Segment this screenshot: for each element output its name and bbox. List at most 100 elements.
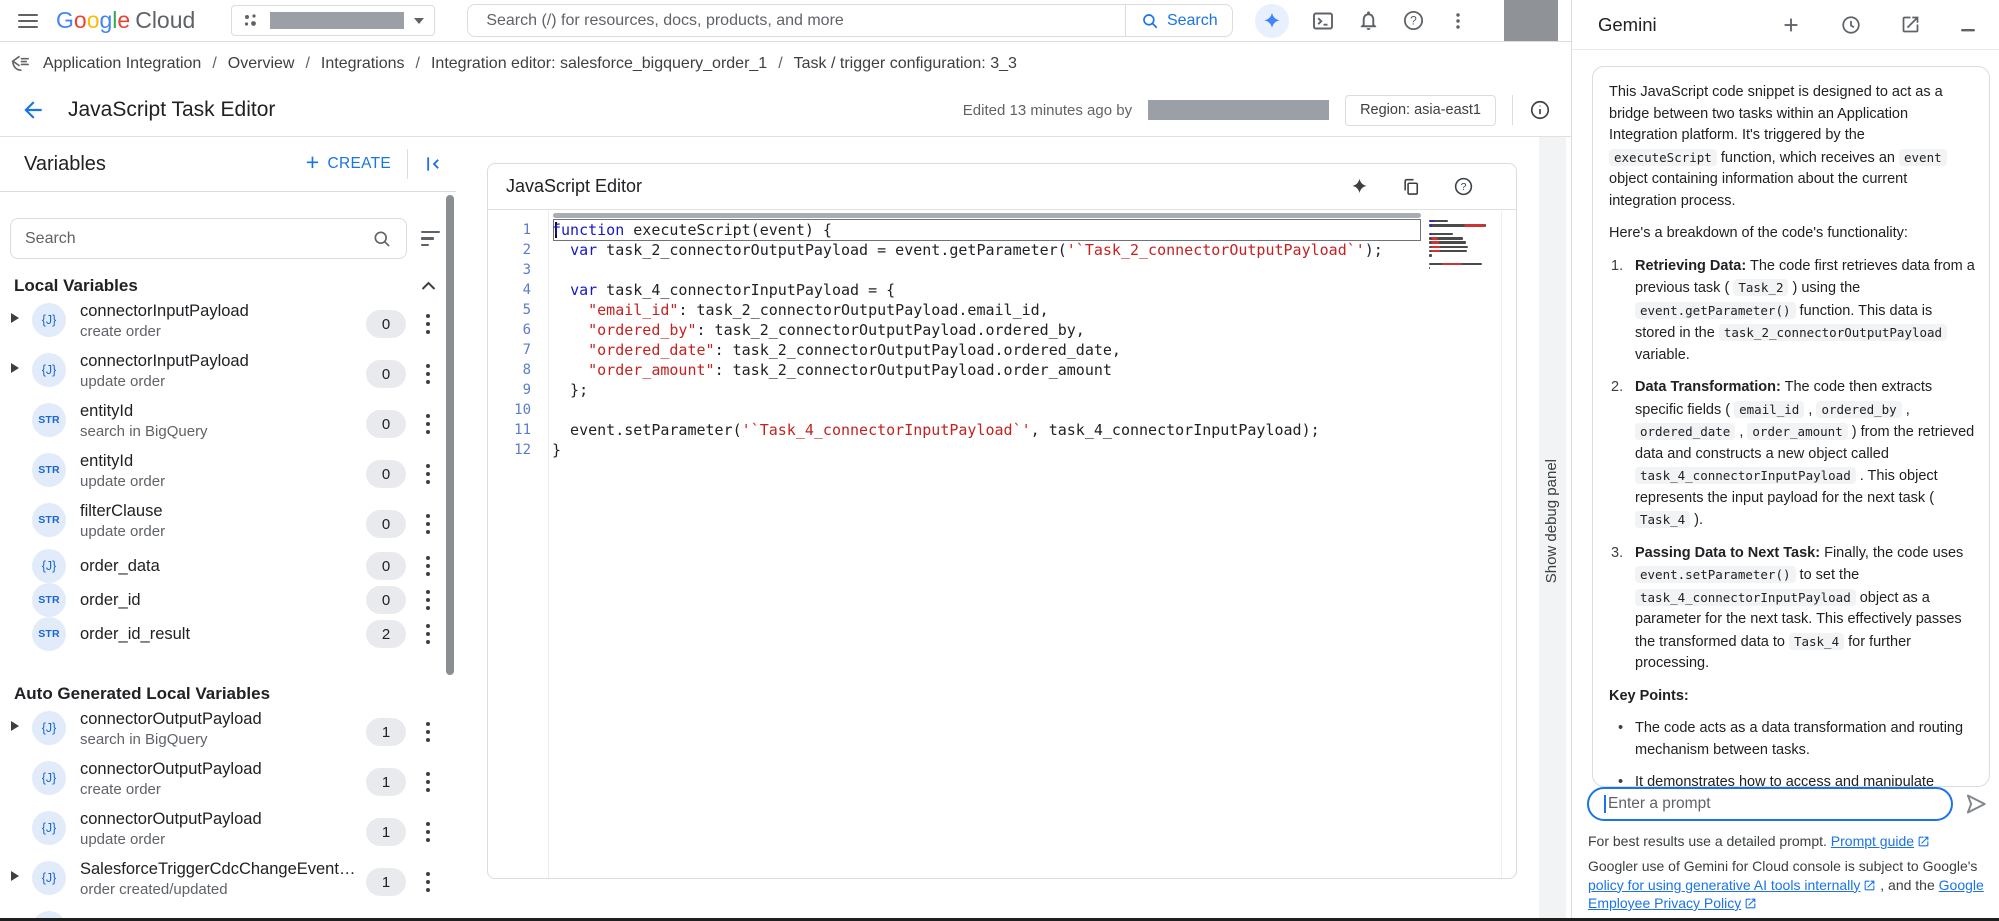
code-line: 8 "order_amount": task_2_connectorOutput… bbox=[488, 360, 1383, 380]
menu-icon[interactable] bbox=[18, 14, 38, 28]
breadcrumb-item[interactable]: Application Integration bbox=[43, 55, 201, 73]
policy-note: Googler use of Gemini for Cloud console … bbox=[1588, 857, 1992, 913]
more-vert-icon[interactable] bbox=[412, 462, 444, 486]
line-number: 9 bbox=[488, 380, 531, 400]
collapse-panel-icon[interactable] bbox=[407, 149, 444, 179]
logo-google-word: Google bbox=[56, 7, 130, 34]
variable-row[interactable]: STRentityIdsearch in BigQuery0 bbox=[0, 399, 456, 449]
variables-sections: Local Variables{J}connectorInputPayloadc… bbox=[0, 273, 456, 921]
expand-arrow-icon[interactable] bbox=[8, 721, 32, 731]
create-variable-button[interactable]: +CREATE bbox=[306, 152, 391, 176]
paragraph: Key Points: bbox=[1609, 686, 1976, 708]
text-run: The code acts as a data transformation a… bbox=[1635, 720, 1963, 758]
search-input[interactable]: Search (/) for resources, docs, products… bbox=[468, 12, 1125, 30]
variables-search-input[interactable]: Search bbox=[10, 218, 407, 259]
sort-icon[interactable] bbox=[421, 231, 440, 246]
breadcrumb-item[interactable]: Overview bbox=[228, 55, 295, 73]
horizontal-scrollbar[interactable] bbox=[553, 213, 1421, 218]
variable-row[interactable]: STRfilterClauseupdate order0 bbox=[0, 499, 456, 549]
more-vert-icon[interactable] bbox=[412, 588, 444, 612]
inline-code-chip: Task_4 bbox=[1789, 633, 1844, 650]
cloud-shell-icon[interactable] bbox=[1311, 9, 1335, 33]
prompt-hint: For best results use a detailed prompt. … bbox=[1588, 833, 1992, 849]
variable-row[interactable]: {J}connectorOutputPayloadupdate order1 bbox=[0, 807, 456, 857]
help-icon[interactable]: ? bbox=[1453, 176, 1474, 197]
search-button[interactable]: Search bbox=[1126, 5, 1232, 36]
variable-text: order_id bbox=[80, 591, 366, 610]
notifications-bell-icon[interactable] bbox=[1357, 9, 1380, 32]
minimap[interactable] bbox=[1429, 220, 1497, 271]
open-in-new-icon[interactable] bbox=[1900, 14, 1921, 35]
send-icon[interactable] bbox=[1963, 791, 1989, 817]
code-editor-area[interactable]: 1function executeScript(event) {2 var ta… bbox=[488, 211, 1516, 878]
chevron-up-icon[interactable] bbox=[421, 281, 436, 291]
section-label: Auto Generated Local Variables bbox=[14, 684, 270, 704]
prompt-input[interactable]: Enter a prompt bbox=[1587, 787, 1953, 821]
account-avatar[interactable] bbox=[1504, 0, 1558, 41]
history-icon[interactable] bbox=[1840, 14, 1862, 36]
paragraph: Here's a breakdown of the code's functio… bbox=[1609, 223, 1976, 245]
text-link[interactable]: policy for using generative AI tools int… bbox=[1588, 877, 1876, 893]
new-chat-icon[interactable] bbox=[1780, 14, 1802, 36]
editor-header: JavaScript Editor ? bbox=[488, 164, 1516, 210]
expand-arrow-icon[interactable] bbox=[8, 313, 32, 323]
ai-sparkle-icon[interactable] bbox=[1350, 177, 1369, 196]
expand-arrow-icon[interactable] bbox=[8, 363, 32, 373]
variable-text: connectorOutputPayloadsearch in BigQuery bbox=[80, 710, 366, 748]
sidebar-scrollbar[interactable] bbox=[446, 195, 454, 675]
variable-type-icon: {J} bbox=[32, 711, 66, 745]
breadcrumb-item[interactable]: Integrations bbox=[321, 55, 405, 73]
more-vert-icon[interactable] bbox=[412, 720, 444, 744]
usage-count-badge: 1 bbox=[366, 868, 406, 896]
variable-type-icon: {J} bbox=[32, 861, 66, 895]
line-number: 4 bbox=[488, 280, 531, 300]
variable-list: {J} connectorOutputPayloadsearch in BigQu… bbox=[0, 707, 456, 907]
back-arrow-icon[interactable] bbox=[20, 97, 46, 123]
text-link[interactable]: Prompt guide bbox=[1831, 833, 1930, 849]
help-icon[interactable]: ? bbox=[1402, 9, 1425, 32]
section-header[interactable]: Auto Generated Local Variables bbox=[0, 681, 456, 707]
more-vert-icon[interactable] bbox=[412, 554, 444, 578]
more-vert-icon[interactable] bbox=[412, 412, 444, 436]
variable-text: order_id_result bbox=[80, 625, 366, 644]
variable-row[interactable]: STRorder_id0 bbox=[0, 583, 456, 617]
variable-row[interactable]: STRorder_id_result2 bbox=[0, 617, 456, 651]
variable-row[interactable]: {J} connectorOutputPayloadsearch in BigQu… bbox=[0, 707, 456, 757]
more-vert-icon[interactable] bbox=[412, 770, 444, 794]
variable-row[interactable]: {J}SalesforceTriggerCdcChangeEventHeader… bbox=[0, 857, 456, 907]
variable-row[interactable]: {J}order_data0 bbox=[0, 549, 456, 583]
external-link-icon bbox=[1863, 879, 1876, 892]
variable-task-label: update order bbox=[80, 523, 366, 540]
page-header-right: Edited 13 minutes ago by Region: asia-ea… bbox=[963, 95, 1551, 126]
expand-arrow-icon[interactable] bbox=[8, 871, 32, 881]
project-selector[interactable] bbox=[231, 5, 435, 36]
text-run: , bbox=[1735, 424, 1747, 440]
editor-header-icons: ? bbox=[1350, 176, 1474, 197]
more-vert-icon[interactable] bbox=[412, 820, 444, 844]
more-vert-icon[interactable] bbox=[412, 362, 444, 386]
google-cloud-logo[interactable]: GoogleCloud bbox=[56, 7, 195, 34]
variable-row[interactable]: {J}connectorInputPayloadupdate order0 bbox=[0, 349, 456, 399]
copy-icon[interactable] bbox=[1401, 177, 1421, 197]
more-vert-icon[interactable] bbox=[412, 512, 444, 536]
more-vert-icon[interactable] bbox=[1447, 10, 1469, 32]
more-vert-icon[interactable] bbox=[412, 870, 444, 894]
usage-count-badge: 1 bbox=[366, 718, 406, 746]
variable-task-label: update order bbox=[80, 831, 366, 848]
variable-row[interactable]: STRentityIdupdate order0 bbox=[0, 449, 456, 499]
more-vert-icon[interactable] bbox=[412, 312, 444, 336]
section-header[interactable]: Local Variables bbox=[0, 273, 456, 299]
search-icon bbox=[1141, 12, 1159, 30]
breadcrumb-item[interactable]: Integration editor: salesforce_bigquery_… bbox=[431, 55, 767, 73]
variable-row[interactable]: {J}connectorOutputPayloadcreate order1 bbox=[0, 757, 456, 807]
more-vert-icon[interactable] bbox=[412, 622, 444, 646]
variable-task-label: search in BigQuery bbox=[80, 731, 366, 748]
minimize-icon[interactable] bbox=[1959, 15, 1977, 35]
text-run: function, which receives an bbox=[1717, 150, 1899, 166]
gemini-sparkle-icon[interactable] bbox=[1255, 4, 1289, 38]
global-search: Search (/) for resources, docs, products… bbox=[467, 4, 1233, 37]
inline-code-chip: ordered_date bbox=[1635, 423, 1735, 440]
variable-row[interactable]: {J}connectorInputPayloadcreate order0 bbox=[0, 299, 456, 349]
info-icon[interactable] bbox=[1529, 99, 1551, 121]
show-debug-panel-toggle[interactable]: Show debug panel bbox=[1539, 137, 1566, 921]
